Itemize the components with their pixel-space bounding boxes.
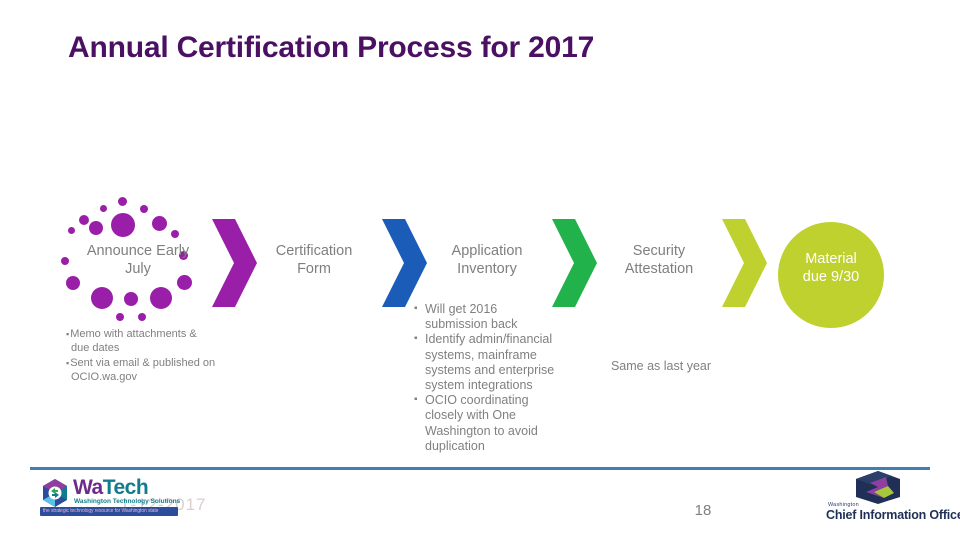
- stage-1-label: Announce Early July: [58, 242, 218, 278]
- halo-dot: [66, 276, 80, 290]
- list-item: OCIO coordinating closely with One Washi…: [412, 392, 557, 454]
- cio-cube-icon: [854, 470, 902, 504]
- watech-tagline-text: the strategic technology resource for Wa…: [43, 508, 159, 514]
- halo-dot: [124, 292, 138, 306]
- halo-dot: [118, 197, 127, 206]
- watech-wordmark: WaTech: [73, 476, 149, 500]
- chevron-4-icon: [718, 219, 768, 307]
- stage-4-label-line2: Attestation: [624, 261, 694, 277]
- application-inventory-bullet-list: Will get 2016 submission back Identify a…: [412, 301, 557, 454]
- watech-tagline-banner: the strategic technology resource for Wa…: [40, 507, 178, 516]
- stage-1-label-line2: July: [125, 261, 151, 277]
- halo-dot: [100, 205, 107, 212]
- stage-3-label-line1: Application: [451, 243, 523, 259]
- stage-3-label: Application Inventory: [418, 242, 556, 278]
- halo-dot: [89, 221, 103, 235]
- security-attestation-note: Same as last year: [610, 359, 712, 373]
- announce-bullet-list: Memo with attachments & due dates Sent v…: [66, 328, 216, 386]
- list-item: Sent via email & published on OCIO.wa.go…: [66, 357, 216, 384]
- cio-title: Chief Information Officer: [826, 508, 960, 522]
- list-item: Will get 2016 submission back: [412, 301, 557, 332]
- halo-dot: [91, 287, 113, 309]
- halo-dot: [116, 313, 124, 321]
- watech-logo: WaTech Washington Technology Solutions t…: [40, 476, 180, 521]
- page-title: Annual Certification Process for 2017: [68, 31, 595, 64]
- stage-5-label-line1: Material: [805, 251, 857, 267]
- watech-subtitle: Washington Technology Solutions: [74, 498, 181, 505]
- cio-logo: Washington Chief Information Officer: [826, 470, 960, 522]
- halo-dot: [111, 213, 135, 237]
- stage-2-label-line1: Certification: [275, 243, 353, 259]
- stage-5-label: Material due 9/30: [778, 250, 884, 286]
- watech-hexagon-icon: [40, 478, 70, 508]
- stage-2-label: Certification Form: [245, 242, 383, 278]
- halo-dot: [140, 205, 148, 213]
- list-item: Identify admin/financial systems, mainfr…: [412, 331, 557, 393]
- halo-dot: [171, 230, 179, 238]
- list-item: Memo with attachments & due dates: [66, 328, 216, 355]
- stage-3-label-line2: Inventory: [457, 261, 517, 277]
- halo-dot: [138, 313, 146, 321]
- slide-canvas: Annual Certification Process for 2017 An…: [0, 0, 960, 540]
- watech-word-tech: Tech: [102, 476, 149, 499]
- footer-divider: [30, 467, 930, 470]
- halo-dot: [79, 215, 89, 225]
- stage-1-label-line1: Announce Early: [86, 243, 190, 259]
- stage-4-label-line1: Security: [632, 243, 686, 259]
- halo-dot: [68, 227, 75, 234]
- watech-word-wa: Wa: [73, 476, 103, 499]
- halo-dot: [150, 287, 172, 309]
- stage-5-label-line2: due 9/30: [802, 269, 860, 285]
- stage-4-label: Security Attestation: [590, 242, 728, 278]
- stage-2-label-line2: Form: [297, 261, 331, 277]
- page-number: 18: [694, 502, 712, 519]
- halo-dot: [152, 216, 167, 231]
